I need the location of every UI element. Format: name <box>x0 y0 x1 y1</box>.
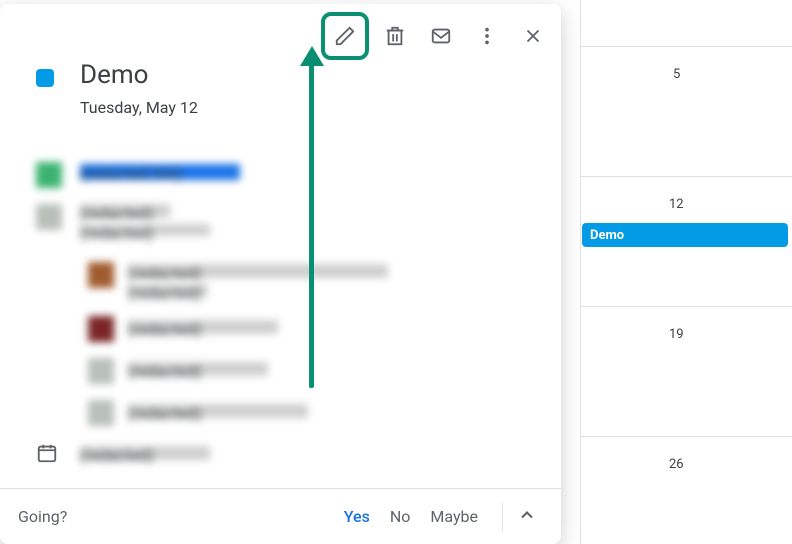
rsvp-maybe[interactable]: Maybe <box>420 499 488 534</box>
redacted-organizer-sub: (redacted) <box>80 224 210 236</box>
rsvp-expand-button[interactable] <box>511 499 543 535</box>
people-icon <box>36 204 62 230</box>
calendar-event-chip-label: Demo <box>590 228 624 243</box>
annotation-arrow-stem <box>309 60 314 388</box>
rsvp-no[interactable]: No <box>380 499 421 534</box>
redacted-guest-2-name: (redacted) <box>128 320 278 334</box>
calendar-event-chip[interactable]: Demo <box>582 223 788 247</box>
event-date: Tuesday, May 12 <box>80 98 198 117</box>
avatar <box>88 262 114 288</box>
kebab-icon <box>476 25 498 47</box>
annotation-arrow-head <box>300 46 324 66</box>
avatar <box>88 358 114 384</box>
redacted-calendar-name: (redacted) <box>80 446 210 460</box>
edit-highlight-box <box>321 12 369 60</box>
calendar-icon <box>36 442 58 464</box>
viewport: 5 12 Demo 19 26 <box>0 0 792 544</box>
date-number[interactable]: 26 <box>669 457 684 472</box>
pencil-icon <box>334 25 356 47</box>
calendar-week-row[interactable]: 12 Demo <box>581 176 792 306</box>
event-color-square <box>36 69 54 87</box>
rsvp-yes[interactable]: Yes <box>334 499 380 534</box>
edit-button[interactable] <box>334 22 356 50</box>
calendar-week-row[interactable]: 26 <box>581 436 792 544</box>
calendar-week-row[interactable]: 19 <box>581 306 792 436</box>
redacted-guest-1-sub: (redacted) <box>128 284 208 296</box>
rsvp-bar: Going? Yes No Maybe <box>0 488 561 544</box>
redacted-organizer-name: (redacted) <box>80 204 170 218</box>
meet-icon <box>36 162 62 188</box>
rsvp-prompt: Going? <box>18 507 334 526</box>
close-icon <box>522 25 544 47</box>
avatar <box>88 400 114 426</box>
avatar <box>88 316 114 342</box>
date-number[interactable]: 12 <box>669 197 684 212</box>
redacted-meet-link[interactable]: (redacted link) <box>80 164 240 180</box>
event-title: Demo <box>80 60 148 90</box>
calendar-grid: 5 12 Demo 19 26 <box>580 0 792 544</box>
email-guests-button[interactable] <box>427 22 455 50</box>
calendar-week-row[interactable]: 5 <box>581 46 792 176</box>
redacted-guest-4-name: (redacted) <box>128 404 308 418</box>
delete-button[interactable] <box>381 22 409 50</box>
event-details-card: Demo Tuesday, May 12 (redacted link) (re… <box>0 4 561 544</box>
options-button[interactable] <box>473 22 501 50</box>
trash-icon <box>384 25 406 47</box>
card-toolbar <box>321 12 547 60</box>
date-number[interactable]: 5 <box>673 67 680 82</box>
chevron-up-icon <box>517 505 537 525</box>
close-button[interactable] <box>519 22 547 50</box>
redacted-guest-1-name: (redacted) <box>128 264 388 278</box>
redacted-guest-3-name: (redacted) <box>128 362 268 376</box>
separator <box>502 503 503 531</box>
envelope-icon <box>430 25 452 47</box>
date-number[interactable]: 19 <box>669 327 684 342</box>
